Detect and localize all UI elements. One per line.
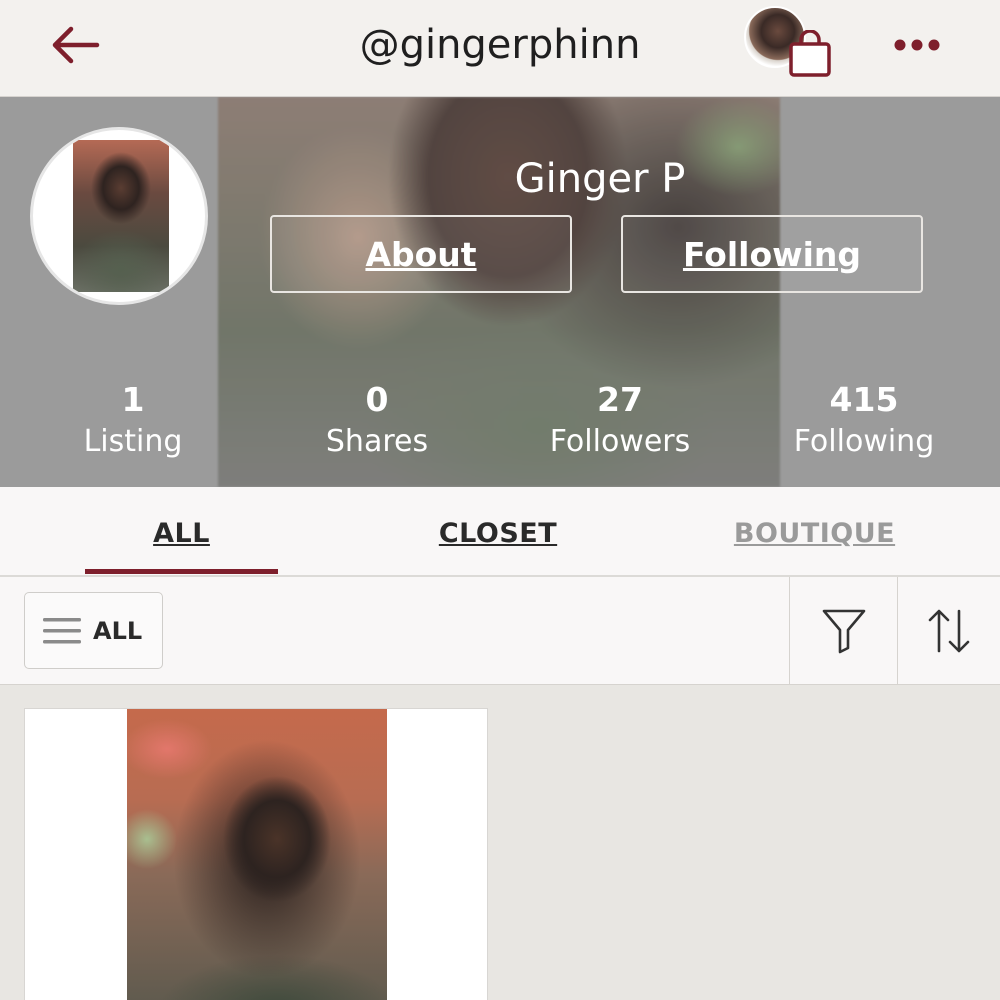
shopping-bag-button[interactable] (744, 4, 836, 77)
listing-grid (0, 685, 1000, 1000)
category-dropdown-label: ALL (93, 616, 143, 645)
tab-all[interactable]: ALL (85, 511, 278, 557)
hamburger-menu-icon (43, 617, 81, 643)
filter-funnel-icon (822, 609, 865, 653)
more-dots-icon (894, 39, 940, 51)
tab-closet[interactable]: CLOSET (398, 511, 598, 557)
stat-label: Followers (549, 424, 691, 459)
tab-bar: ALL CLOSET BOUTIQUE (0, 487, 1000, 577)
active-tab-indicator (85, 569, 278, 574)
profile-cover: Ginger P About Following 1 Listing 0 Sha… (0, 97, 1000, 487)
sort-arrows-icon (928, 609, 970, 652)
filter-button[interactable] (789, 577, 897, 684)
stat-value: 27 (597, 380, 643, 419)
more-options-button[interactable] (882, 20, 952, 70)
page-title: @gingerphinn (359, 22, 641, 68)
top-bar: @gingerphinn (0, 0, 1000, 97)
stat-value: 1 (121, 380, 145, 419)
stat-followers[interactable]: 27 Followers (510, 379, 730, 463)
stat-shares[interactable]: 0 Shares (267, 379, 487, 463)
shopping-bag-icon (789, 30, 831, 77)
stat-value: 0 (365, 380, 389, 419)
stat-label: Shares (325, 424, 429, 459)
listing-card[interactable] (24, 708, 488, 1000)
stat-label: Following (793, 424, 935, 459)
stat-listing[interactable]: 1 Listing (23, 379, 243, 463)
sort-button[interactable] (897, 577, 1000, 684)
stat-label: Listing (83, 424, 183, 459)
stat-following[interactable]: 415 Following (754, 379, 974, 463)
profile-name: Ginger P (514, 156, 686, 202)
category-dropdown[interactable]: ALL (24, 592, 163, 669)
avatar-photo (73, 140, 169, 292)
following-button[interactable]: Following (621, 215, 923, 293)
avatar[interactable] (30, 127, 208, 305)
back-button[interactable] (40, 18, 110, 72)
listing-photo (127, 709, 387, 1000)
filter-bar: ALL (0, 577, 1000, 685)
stat-value: 415 (829, 380, 899, 419)
tab-boutique[interactable]: BOUTIQUE (712, 511, 917, 557)
about-button[interactable]: About (270, 215, 572, 293)
back-arrow-icon (52, 26, 100, 64)
